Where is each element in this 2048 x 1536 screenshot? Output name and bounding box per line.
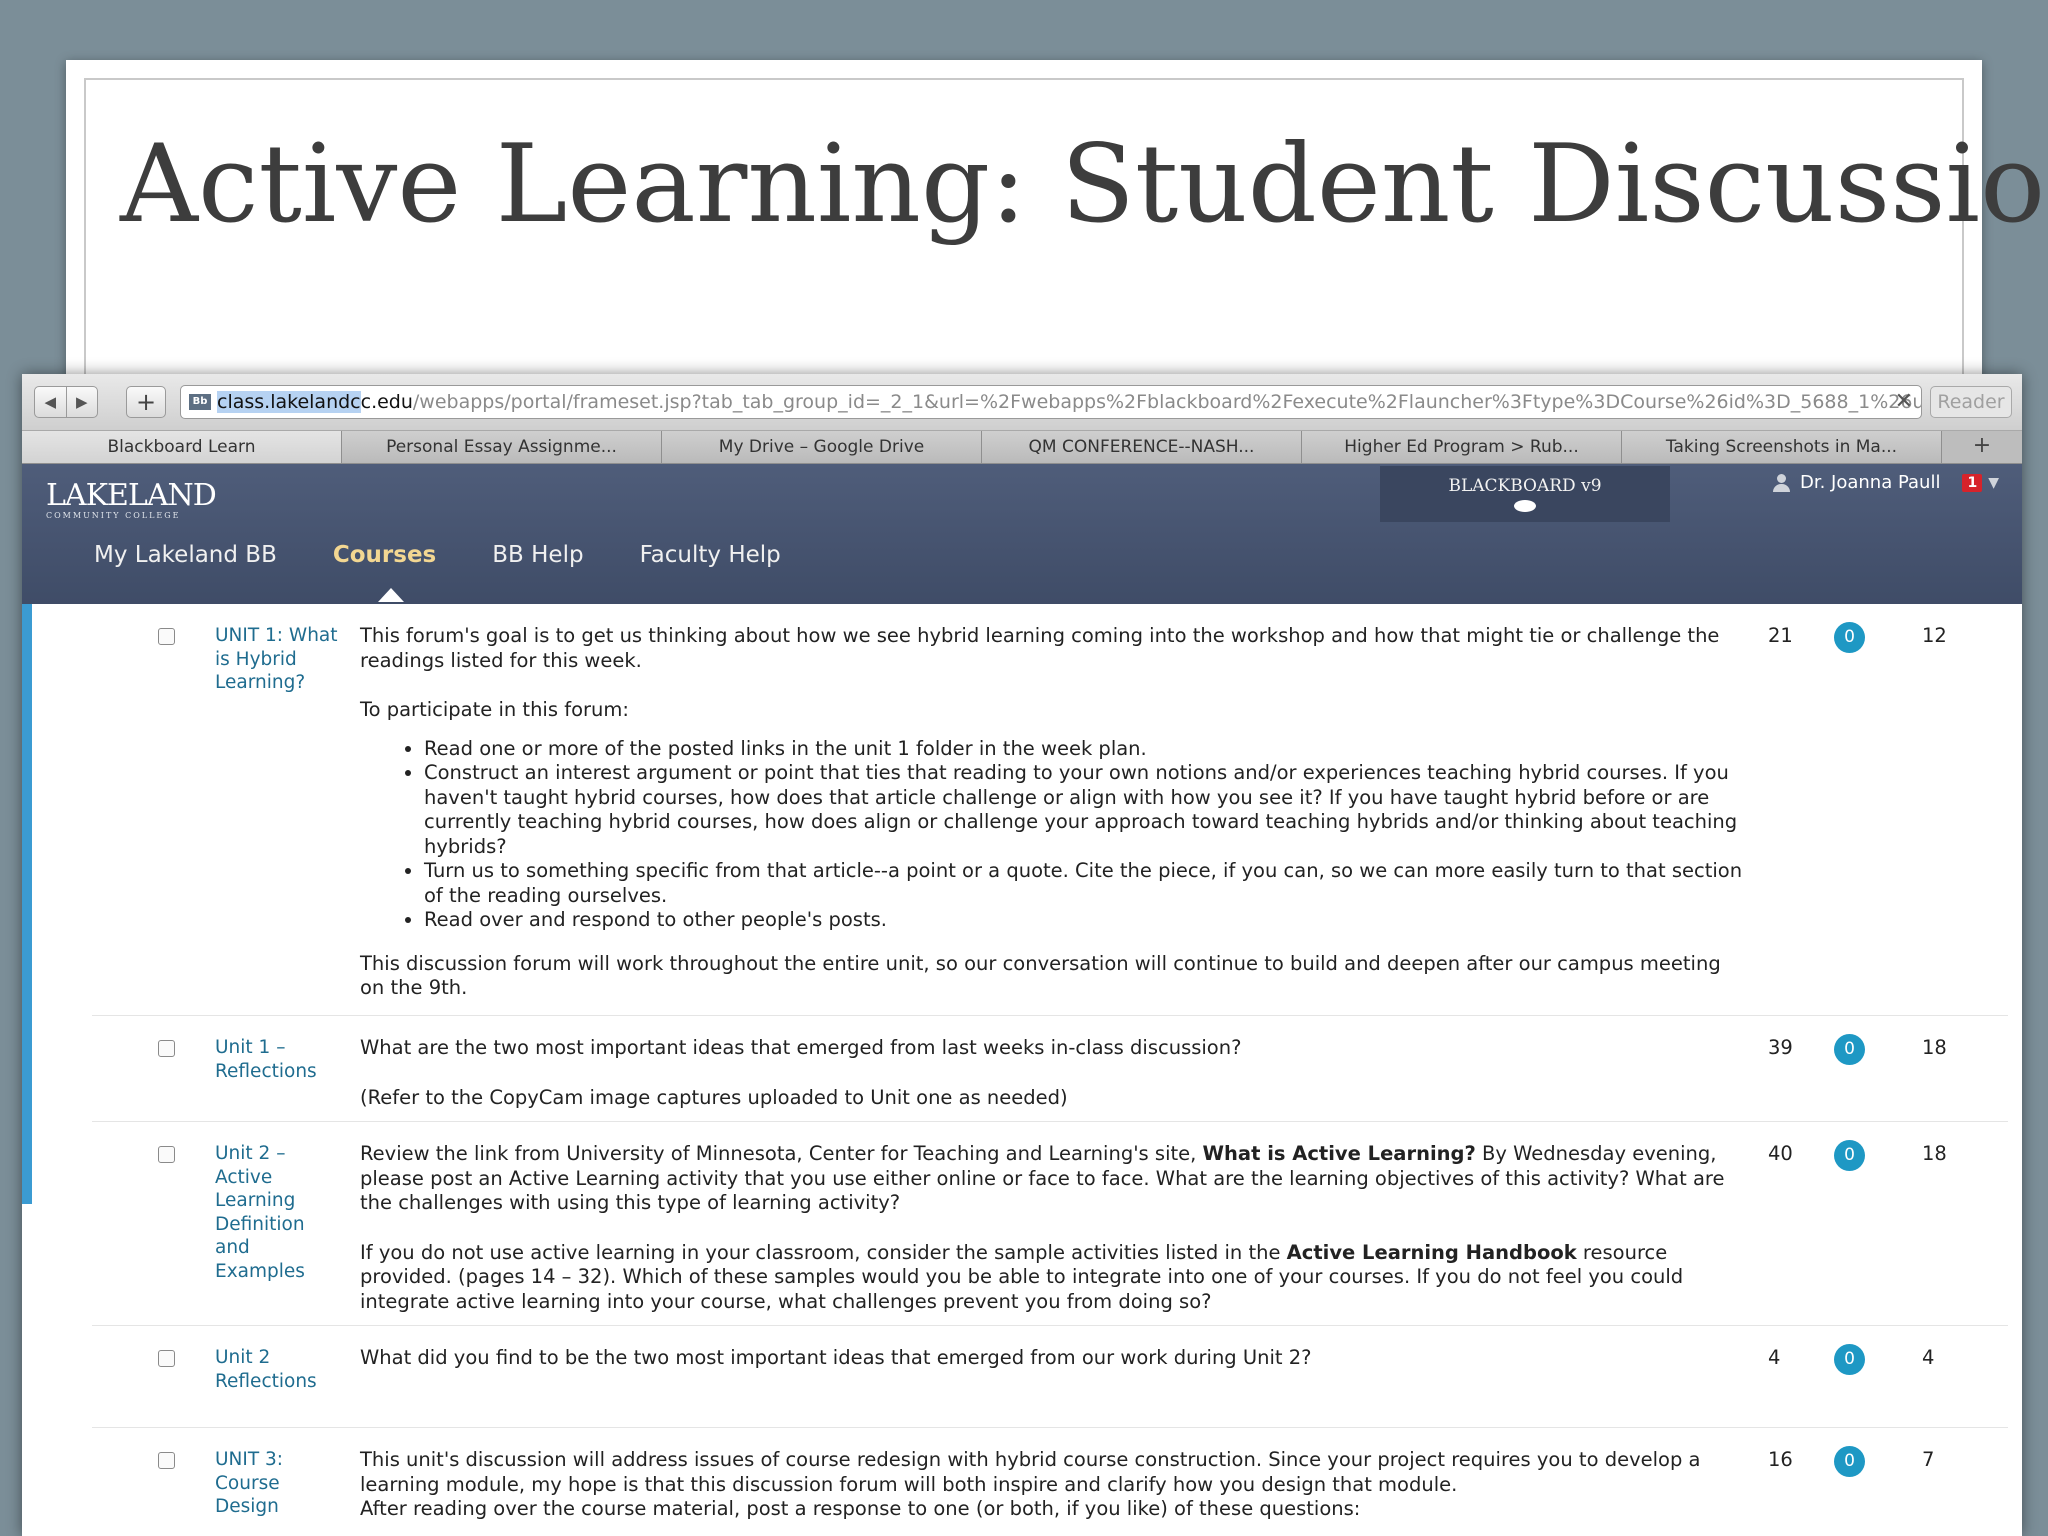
- browser-toolbar: ◀ ▶ + Bb class.lakelandcc.edu /webapps/p…: [22, 374, 2022, 431]
- browser-tab[interactable]: QM CONFERENCE--NASH...: [982, 431, 1302, 463]
- reader-button[interactable]: Reader: [1930, 386, 2012, 418]
- forum-checkbox[interactable]: [158, 1040, 175, 1057]
- forum-link[interactable]: Unit 1 – Reflections: [215, 1036, 345, 1083]
- nav-tab-bb-help[interactable]: BB Help: [492, 542, 583, 568]
- forum-description: What are the two most important ideas th…: [360, 1036, 1750, 1135]
- unread-count-badge[interactable]: 0: [1834, 1446, 1865, 1477]
- version-dot-icon: [1514, 500, 1536, 512]
- forum-row: Unit 2 – Active Learning Definition and …: [92, 1122, 2008, 1326]
- add-tab-plus-icon[interactable]: +: [1942, 431, 2022, 463]
- text-span: If you do not use active learning in you…: [360, 1240, 1287, 1264]
- main-nav: My Lakeland BB Courses BB Help Faculty H…: [94, 542, 837, 602]
- participant-count: 18: [1922, 1036, 1947, 1059]
- user-menu[interactable]: Dr. Joanna Paull 1 ▼: [1772, 472, 1999, 493]
- description-paragraph: After reading over the course material, …: [360, 1497, 1361, 1520]
- unread-count-badge[interactable]: 0: [1834, 1344, 1865, 1375]
- bullet-item: Construct an interest argument or point …: [424, 761, 1750, 859]
- forward-arrow-icon[interactable]: ▶: [67, 387, 98, 417]
- nav-tab-courses[interactable]: Courses: [333, 542, 436, 602]
- nav-tab-my-lakeland-bb[interactable]: My Lakeland BB: [94, 542, 277, 568]
- unread-count-badge[interactable]: 0: [1834, 1034, 1865, 1065]
- description-paragraph: This unit's discussion will address issu…: [360, 1448, 1701, 1496]
- participant-count: 18: [1922, 1142, 1947, 1165]
- description-paragraph: (Refer to the CopyCam image captures upl…: [360, 1085, 1068, 1109]
- unread-count-badge[interactable]: 0: [1834, 622, 1865, 653]
- forum-description: This unit's discussion will address issu…: [360, 1448, 1750, 1536]
- browser-tab[interactable]: Higher Ed Program > Rub...: [1302, 431, 1622, 463]
- description-paragraph: This discussion forum will work througho…: [360, 951, 1721, 1000]
- description-paragraph: To participate in this forum:: [360, 698, 629, 721]
- notification-badge[interactable]: 1: [1962, 473, 1983, 492]
- browser-tab[interactable]: Taking Screenshots in Ma...: [1622, 431, 1942, 463]
- forum-link[interactable]: Unit 2 Reflections: [215, 1346, 345, 1393]
- post-count: 16: [1768, 1448, 1793, 1471]
- forum-link[interactable]: UNIT 3: Course Design: [215, 1448, 345, 1519]
- chevron-down-icon[interactable]: ▼: [1988, 475, 1999, 491]
- description-paragraph: If you do not use active learning in you…: [360, 1241, 1750, 1315]
- browser-tab[interactable]: Personal Essay Assignme...: [342, 431, 662, 463]
- text-bold: What is Active Learning?: [1202, 1142, 1476, 1165]
- participant-count: 7: [1922, 1448, 1935, 1471]
- forum-description: What did you find to be the two most imp…: [360, 1346, 1750, 1396]
- forum-description: Review the link from University of Minne…: [360, 1142, 1750, 1339]
- browser-tab[interactable]: Blackboard Learn: [22, 431, 342, 463]
- participant-count: 4: [1922, 1346, 1935, 1369]
- post-count: 21: [1768, 624, 1793, 647]
- forum-list: UNIT 1: What is Hybrid Learning? This fo…: [22, 604, 2022, 1536]
- blackboard-header: LAKELAND COMMUNITY COLLEGE BLACKBOARD v9…: [22, 464, 2022, 604]
- browser-window: ◀ ▶ + Bb class.lakelandcc.edu /webapps/p…: [22, 374, 2022, 1536]
- description-paragraph: Review the link from University of Minne…: [360, 1142, 1750, 1216]
- bullet-list: Read one or more of the posted links in …: [360, 737, 1750, 933]
- address-bar[interactable]: Bb class.lakelandcc.edu /webapps/portal/…: [180, 385, 1922, 419]
- lakeland-logo[interactable]: LAKELAND COMMUNITY COLLEGE: [46, 478, 217, 520]
- text-span: Review the link from University of Minne…: [360, 1142, 1203, 1165]
- forum-row: Unit 2 Reflections What did you find to …: [92, 1326, 2008, 1428]
- participant-count: 12: [1922, 624, 1947, 647]
- forum-row: UNIT 1: What is Hybrid Learning? This fo…: [92, 604, 2008, 1016]
- url-host: class.lakelandcc.edu: [217, 391, 413, 413]
- blackboard-favicon-icon: Bb: [189, 394, 211, 410]
- post-count: 39: [1768, 1036, 1793, 1059]
- description-paragraph: This forum's goal is to get us thinking …: [360, 624, 1720, 672]
- post-count: 40: [1768, 1142, 1793, 1165]
- new-tab-plus-icon[interactable]: +: [126, 386, 166, 418]
- back-arrow-icon[interactable]: ◀: [35, 387, 67, 417]
- forum-description: This forum's goal is to get us thinking …: [360, 624, 1750, 1026]
- forum-row: UNIT 3: Course Design This unit's discus…: [92, 1428, 2008, 1536]
- slide-title: Active Learning: Student Discussion: [120, 122, 2048, 247]
- blackboard-version-badge: BLACKBOARD v9: [1380, 466, 1670, 522]
- description-paragraph: What are the two most important ideas th…: [360, 1036, 1242, 1059]
- forum-link[interactable]: UNIT 1: What is Hybrid Learning?: [215, 624, 345, 695]
- logo-text: LAKELAND: [46, 478, 217, 513]
- forum-checkbox[interactable]: [158, 1452, 175, 1469]
- url-host-rest: c.edu: [360, 391, 413, 413]
- url-path: /webapps/portal/frameset.jsp?tab_tab_gro…: [412, 391, 1921, 413]
- forum-checkbox[interactable]: [158, 628, 175, 645]
- forum-checkbox[interactable]: [158, 1146, 175, 1163]
- browser-tab-bar: Blackboard Learn Personal Essay Assignme…: [22, 431, 2022, 464]
- selection-indicator-bar: [22, 604, 32, 1204]
- bullet-item: Read one or more of the posted links in …: [424, 737, 1750, 762]
- bullet-item: Turn us to something specific from that …: [424, 859, 1750, 908]
- unread-count-badge[interactable]: 0: [1834, 1140, 1865, 1171]
- forum-row: Unit 1 – Reflections What are the two mo…: [92, 1016, 2008, 1122]
- post-count: 4: [1768, 1346, 1781, 1369]
- stop-loading-close-icon[interactable]: ✕: [1895, 386, 1913, 418]
- text-bold: Active Learning Handbook: [1286, 1240, 1577, 1264]
- url-host-selected: class.lakelandc: [217, 391, 361, 413]
- browser-tab[interactable]: My Drive – Google Drive: [662, 431, 982, 463]
- forum-link[interactable]: Unit 2 – Active Learning Definition and …: [215, 1142, 345, 1283]
- forum-checkbox[interactable]: [158, 1350, 175, 1367]
- user-avatar-icon: [1772, 473, 1790, 492]
- description-paragraph: What did you find to be the two most imp…: [360, 1346, 1312, 1369]
- nav-tab-faculty-help[interactable]: Faculty Help: [640, 542, 781, 568]
- user-name[interactable]: Dr. Joanna Paull: [1800, 472, 1940, 493]
- bullet-item: Read over and respond to other people's …: [424, 908, 1750, 933]
- history-buttons: ◀ ▶: [34, 386, 98, 418]
- version-label: BLACKBOARD v9: [1448, 476, 1602, 496]
